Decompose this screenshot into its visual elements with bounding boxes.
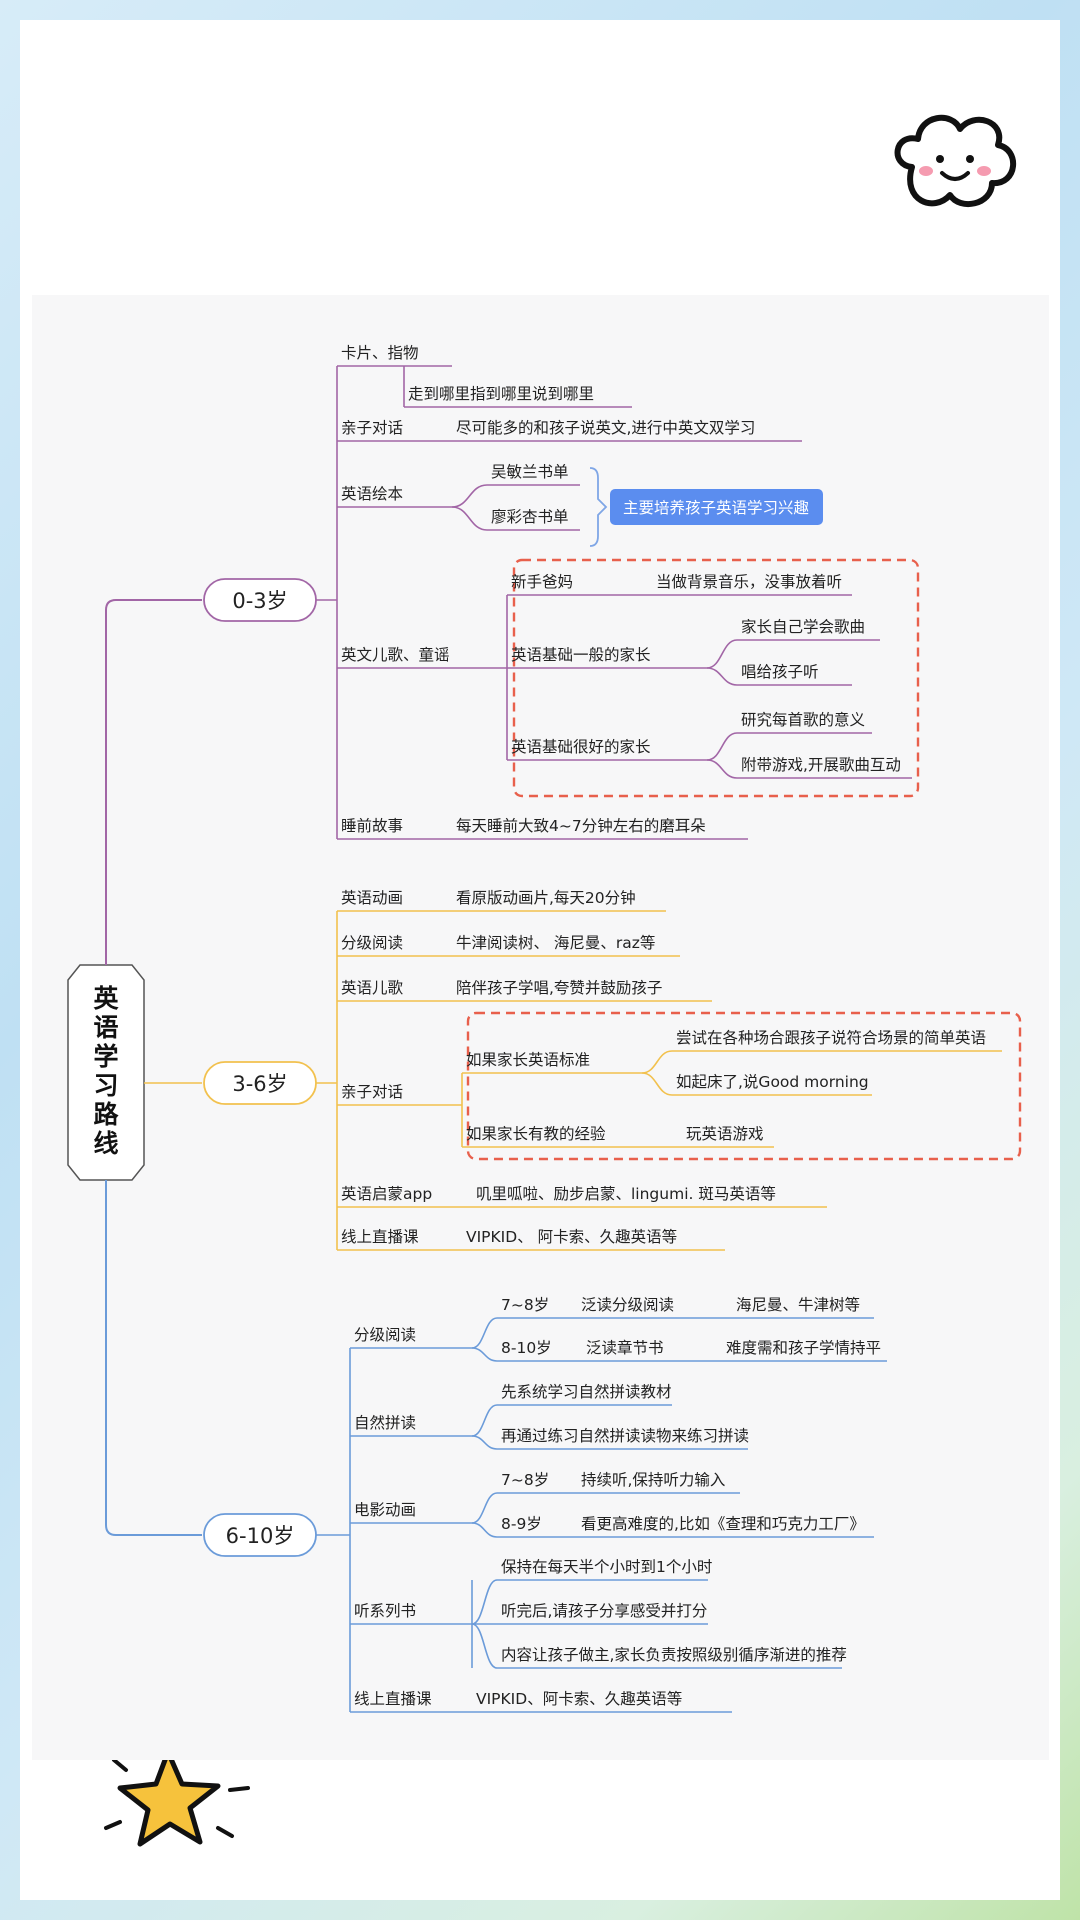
leaf-cards-0: 走到哪里指到哪里说到哪里 <box>408 385 594 403</box>
adv-curve-0 <box>706 732 738 761</box>
picture-books-curve-0 <box>451 484 488 508</box>
mind-map-canvas: 英语学习路线英语学习路线0-3岁卡片、指物走到哪里指到哪里说到哪里亲子对话尽可能… <box>67 344 1022 1713</box>
leaf-series-1: 听完后,请孩子分享感受并打分 <box>501 1602 707 1620</box>
note-badge-label: 主要培养孩子英语学习兴趣 <box>623 499 809 517</box>
leaf-basic-1: 唱给孩子听 <box>741 663 819 681</box>
topic-songs: 英文儿歌、童谣 <box>341 645 450 664</box>
topic-graded-reading: 分级阅读 <box>341 934 403 952</box>
mind-map: 英语学习路线英语学习路线0-3岁卡片、指物走到哪里指到哪里说到哪里亲子对话尽可能… <box>32 295 1049 1760</box>
row-gr-1-a: 泛读章节书 <box>586 1339 664 1357</box>
leaf-bedtime: 每天睡前大致4~7分钟左右的磨耳朵 <box>456 817 706 835</box>
row-mv-0-a: 持续听,保持听力输入 <box>581 1471 725 1489</box>
stage-3-6-label: 3-6岁 <box>232 1072 287 1096</box>
branch-0-3 <box>105 599 202 965</box>
root-title-char: 英 <box>93 984 119 1013</box>
leaf-standard-1: 如起床了,说Good morning <box>676 1073 869 1091</box>
topic-phonics: 自然拼读 <box>354 1414 416 1432</box>
basic-curve-0 <box>706 639 738 669</box>
row-mv-1-a: 看更高难度的,比如《查理和巧克力工厂》 <box>581 1515 865 1533</box>
picture-books-curve-1 <box>451 506 488 531</box>
leaf-standard-0: 尝试在各种场合跟孩子说符合场景的简单英语 <box>676 1029 986 1047</box>
ph-curve-0 <box>471 1404 498 1437</box>
topic-online-class-2: 线上直播课 <box>354 1690 432 1708</box>
leaf-online-class-2: VIPKID、阿卡索、久趣英语等 <box>476 1690 682 1708</box>
topic-online-class: 线上直播课 <box>341 1228 419 1246</box>
leaf-book-list-1: 廖彩杏书单 <box>491 507 569 526</box>
row-gr-0-a: 泛读分级阅读 <box>581 1296 674 1314</box>
sb-curve-0 <box>471 1579 498 1625</box>
topic-cards: 卡片、指物 <box>341 344 419 362</box>
row-gr-0-b: 海尼曼、牛津树等 <box>736 1296 860 1314</box>
topic-picture-books: 英语绘本 <box>341 485 403 503</box>
mv-curve-0 <box>471 1492 498 1524</box>
leaf-adv-1: 附带游戏,开展歌曲互动 <box>741 756 901 774</box>
root-title-char: 习 <box>93 1071 118 1100</box>
leaf-teaching-0: 玩英语游戏 <box>686 1125 764 1143</box>
topic-movies: 电影动画 <box>354 1501 416 1519</box>
branch-6-10 <box>105 1180 202 1536</box>
topic-bedtime: 睡前故事 <box>341 817 403 835</box>
topic-parent-dialogue: 亲子对话 <box>341 1083 403 1101</box>
root-title-char: 学 <box>93 1042 118 1071</box>
basic-curve-1 <box>706 667 738 686</box>
standard-curve-0 <box>641 1050 673 1074</box>
row-gr-0-age: 7~8岁 <box>501 1296 549 1314</box>
ph-curve-1 <box>471 1435 498 1450</box>
group-basic-parents: 英语基础一般的家长 <box>511 646 651 664</box>
group-advanced-parents: 英语基础很好的家长 <box>511 738 651 756</box>
row-gr-1-b: 难度需和孩子学情持平 <box>726 1339 881 1357</box>
topic-dialogue: 亲子对话 <box>341 419 403 437</box>
adv-curve-1 <box>706 759 738 779</box>
topic-kids-songs: 英语儿歌 <box>341 979 404 997</box>
row-gr-1-age: 8-10岁 <box>501 1339 552 1357</box>
root-title-char: 线 <box>93 1129 118 1158</box>
leaf-dialogue: 尽可能多的和孩子说英文,进行中英文双学习 <box>456 419 755 437</box>
leaf-adv-0: 研究每首歌的意义 <box>741 710 865 729</box>
leaf-app: 叽里呱啦、励步启蒙、lingumi. 斑马英语等 <box>476 1185 776 1203</box>
topic-graded-reading-2: 分级阅读 <box>354 1326 416 1344</box>
row-mv-1-age: 8-9岁 <box>501 1515 542 1533</box>
group-teaching-experience: 如果家长有教的经验 <box>466 1125 606 1143</box>
leaf-kids-songs: 陪伴孩子学唱,夸赞并鼓励孩子 <box>456 979 662 997</box>
gr-curve-0 <box>471 1317 498 1349</box>
leaf-basic-0: 家长自己学会歌曲 <box>741 618 865 636</box>
leaf-book-list-0: 吴敏兰书单 <box>491 463 569 481</box>
leaf-phonics-0: 先系统学习自然拼读教材 <box>501 1383 672 1401</box>
leaf-series-2: 内容让孩子做主,家长负责按照级别循序渐进的推荐 <box>501 1646 847 1664</box>
smiling-cloud-icon <box>894 114 1016 207</box>
row-mv-0-age: 7~8岁 <box>501 1471 549 1489</box>
standard-curve-1 <box>641 1072 673 1096</box>
root-title-char: 路 <box>93 1100 119 1129</box>
leaf-new-parents-0: 当做背景音乐，没事放着听 <box>656 573 842 591</box>
gr-curve-1 <box>471 1347 498 1362</box>
topic-animation: 英语动画 <box>341 889 403 907</box>
topic-series-books: 听系列书 <box>354 1602 416 1620</box>
leaf-online-class: VIPKID、 阿卡索、久趣英语等 <box>466 1228 677 1246</box>
sb-curve-2 <box>471 1623 498 1669</box>
stage-6-10-label: 6-10岁 <box>226 1524 295 1548</box>
root-title-char: 语 <box>93 1013 118 1042</box>
group-new-parents: 新手爸妈 <box>511 573 573 591</box>
leaf-series-0: 保持在每天半个小时到1个小时 <box>501 1558 712 1576</box>
topic-app: 英语启蒙app <box>341 1185 432 1203</box>
mv-curve-1 <box>471 1522 498 1538</box>
leaf-phonics-1: 再通过练习自然拼读读物来练习拼读 <box>501 1427 749 1445</box>
leaf-graded-reading: 牛津阅读树、 海尼曼、raz等 <box>456 934 655 952</box>
leaf-animation: 看原版动画片,每天20分钟 <box>456 889 636 907</box>
stage-0-3-label: 0-3岁 <box>232 589 287 613</box>
note-brace <box>589 467 608 547</box>
group-standard-english: 如果家长英语标准 <box>466 1051 590 1069</box>
